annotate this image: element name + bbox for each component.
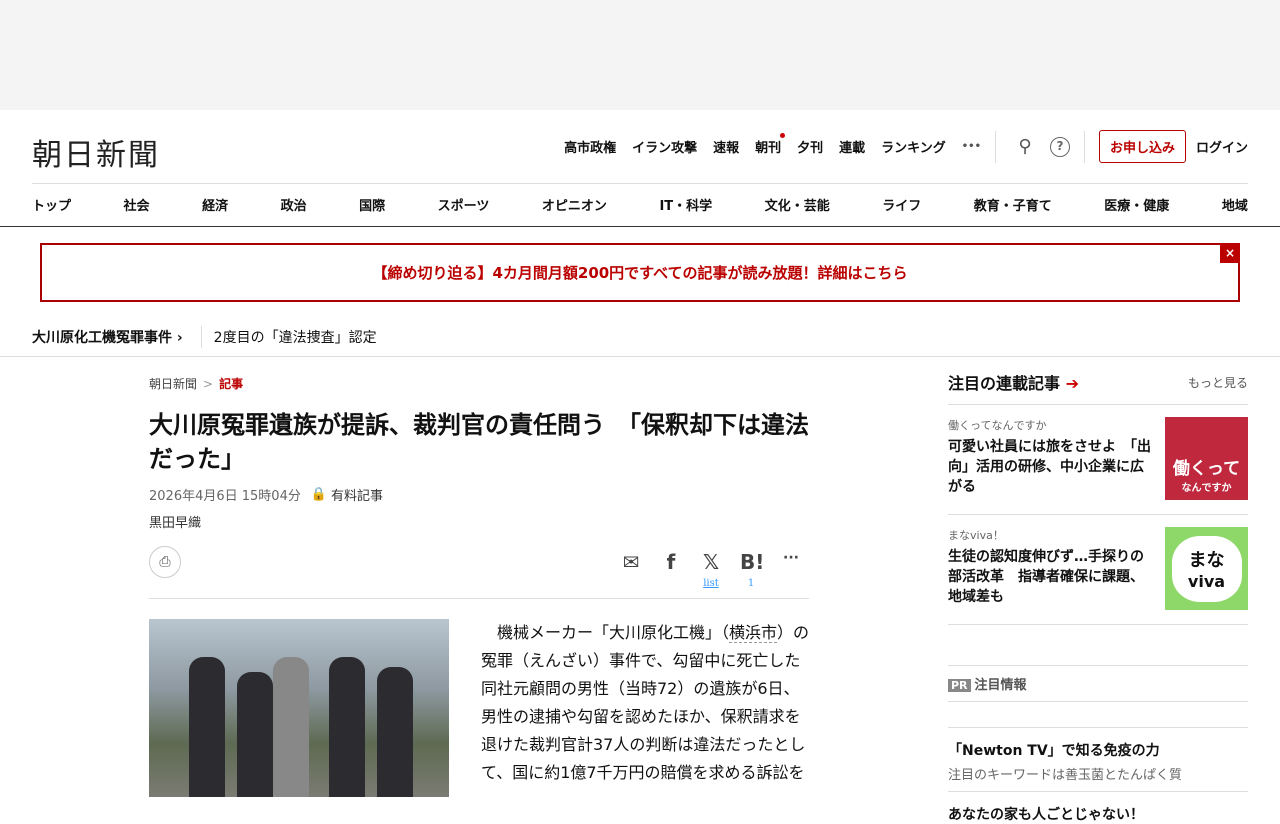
featured-series-header: 注目の連載記事 ➔ もっと見る bbox=[948, 370, 1248, 405]
print-icon: ⎙ bbox=[159, 554, 171, 570]
new-dot bbox=[780, 133, 786, 138]
cat-life[interactable]: ライフ bbox=[882, 195, 921, 214]
lock-icon: 🔒 bbox=[310, 487, 328, 502]
thumb-text: viva bbox=[1187, 572, 1226, 591]
breadcrumb-separator: > bbox=[203, 377, 214, 391]
topic-link[interactable]: 大川原化工機冤罪事件 › bbox=[32, 327, 183, 347]
series-headline: 可愛い社員には旅をさせよ 「出向」活用の研修、中小企業に広がる bbox=[948, 439, 1151, 495]
thumb-text: まな bbox=[1188, 550, 1225, 571]
top-nav: 高市政権 イラン攻撃 速報 朝刊 夕刊 連載 ランキング ••• ⚲ ? お申し… bbox=[548, 130, 1248, 163]
promo-banner[interactable]: 【締め切り迫る】4カ月間月額200円ですべての記事が読み放題！詳細はこちら × bbox=[40, 243, 1240, 302]
topic-sub-link[interactable]: 2度目の「違法捜査」認定 bbox=[214, 327, 377, 347]
series-thumbnail: まな viva bbox=[1165, 527, 1248, 610]
divider bbox=[32, 183, 1248, 184]
cat-region[interactable]: 地域 bbox=[1222, 195, 1248, 214]
nav-morning-label: 朝刊 bbox=[755, 141, 782, 156]
article-photo[interactable] bbox=[149, 619, 449, 797]
nav-breaking[interactable]: 速報 bbox=[713, 137, 739, 156]
article-title: 大川原冤罪遺族が提訴、裁判官の責任問う 「保釈却下は違法だった」 bbox=[149, 411, 809, 473]
cat-health[interactable]: 医療・健康 bbox=[1104, 195, 1169, 214]
body-text: 機械メーカー「大川原化工機」（ bbox=[497, 623, 730, 642]
nav-morning[interactable]: 朝刊 bbox=[755, 133, 786, 156]
series-name: まなviva！ bbox=[948, 529, 1004, 542]
author[interactable]: 黒田早織 bbox=[149, 512, 201, 531]
thumb-text: 働くって bbox=[1172, 458, 1241, 479]
cat-culture[interactable]: 文化・芸能 bbox=[765, 195, 830, 214]
hatena-bookmark-button[interactable]: B! 1 bbox=[740, 550, 764, 589]
site-logo[interactable]: 朝日新聞 bbox=[32, 130, 160, 174]
cat-sports[interactable]: スポーツ bbox=[438, 195, 490, 214]
sidebar: 注目の連載記事 ➔ もっと見る 働くってなんですか 可愛い社員には旅をさせよ 「出… bbox=[948, 370, 1248, 824]
body-text: ）の冤罪（えんざい）事件で、勾留中に死亡した同社元顧問の男性（当時72）の遺族が… bbox=[481, 623, 810, 782]
more-menu-button[interactable]: ••• bbox=[962, 141, 981, 152]
series-thumbnail: 働くって なんですか bbox=[1165, 417, 1248, 500]
facebook-share-button[interactable]: f bbox=[660, 550, 682, 574]
breadcrumb-home[interactable]: 朝日新聞 bbox=[149, 377, 197, 391]
series-item[interactable]: まなviva！ 生徒の認知度伸びず…手探りの部活改革 指導者確保に課題、地域差も … bbox=[948, 515, 1248, 625]
topic-bar: 大川原化工機冤罪事件 › 2度目の「違法捜査」認定 bbox=[32, 326, 377, 348]
nav-series[interactable]: 連載 bbox=[839, 137, 865, 156]
series-headline: 生徒の認知度伸びず…手探りの部活改革 指導者確保に課題、地域差も bbox=[948, 549, 1144, 605]
series-item[interactable]: 働くってなんですか 可愛い社員には旅をさせよ 「出向」活用の研修、中小企業に広がる… bbox=[948, 405, 1248, 515]
pr-item[interactable]: あなたの家も人ごとじゃない！ bbox=[948, 804, 1248, 824]
thumb-text: なんですか bbox=[1181, 482, 1232, 494]
divider bbox=[994, 130, 996, 163]
nav-ranking[interactable]: ランキング bbox=[881, 137, 946, 156]
cat-economy[interactable]: 経済 bbox=[202, 195, 228, 214]
x-share-button[interactable]: 𝕏list bbox=[700, 550, 722, 589]
featured-series-title: 注目の連載記事 bbox=[948, 374, 1061, 393]
pr-headline: 「Newton TV」で知る免疫の力 bbox=[948, 743, 1160, 759]
category-nav: トップ 社会 経済 政治 国際 スポーツ オピニオン IT・科学 文化・芸能 ラ… bbox=[32, 195, 1248, 214]
divider bbox=[149, 598, 809, 599]
cat-opinion[interactable]: オピニオン bbox=[542, 195, 607, 214]
cat-it-science[interactable]: IT・科学 bbox=[659, 195, 712, 214]
divider bbox=[0, 356, 1280, 357]
cat-top[interactable]: トップ bbox=[32, 195, 71, 214]
breadcrumb-current[interactable]: 記事 bbox=[219, 377, 243, 391]
x-share-count[interactable]: list bbox=[700, 578, 722, 589]
print-button[interactable]: ⎙ bbox=[149, 546, 181, 578]
cat-politics[interactable]: 政治 bbox=[281, 195, 307, 214]
pr-sub: 注目のキーワードは善玉菌とたんぱく質 bbox=[948, 768, 1183, 783]
divider bbox=[1083, 130, 1085, 163]
help-icon[interactable]: ? bbox=[1049, 136, 1070, 157]
arrow-right-icon: ➔ bbox=[1065, 374, 1079, 393]
pr-badge: PR bbox=[948, 679, 971, 692]
nav-takaichi[interactable]: 高市政権 bbox=[564, 137, 616, 156]
cat-international[interactable]: 国際 bbox=[359, 195, 385, 214]
cat-education[interactable]: 教育・子育て bbox=[974, 195, 1052, 214]
more-share-button[interactable]: ··· bbox=[780, 550, 802, 574]
breadcrumb: 朝日新聞 > 記事 bbox=[149, 375, 243, 392]
chevron-right-icon: › bbox=[176, 330, 183, 346]
see-more-link[interactable]: もっと見る bbox=[1188, 374, 1248, 391]
mail-share-button[interactable]: ✉ bbox=[620, 550, 642, 574]
topic-name: 大川原化工機冤罪事件 bbox=[32, 330, 172, 346]
pr-header: PR 注目情報 bbox=[948, 665, 1248, 702]
cat-society[interactable]: 社会 bbox=[124, 195, 150, 214]
series-name: 働くってなんですか bbox=[948, 419, 1047, 432]
pr-title: 注目情報 bbox=[974, 678, 1027, 693]
login-link[interactable]: ログイン bbox=[1196, 137, 1248, 156]
nav-iran[interactable]: イラン攻撃 bbox=[632, 137, 697, 156]
paid-label: 有料記事 bbox=[331, 489, 384, 504]
close-icon[interactable]: × bbox=[1220, 243, 1240, 263]
ad-space bbox=[0, 0, 1280, 110]
divider bbox=[0, 226, 1280, 227]
divider bbox=[200, 326, 202, 348]
yokohama-link[interactable]: 横浜市 bbox=[729, 623, 778, 643]
promo-text: 【締め切り迫る】4カ月間月額200円ですべての記事が読み放題！詳細はこちら bbox=[372, 264, 908, 282]
featured-series-link[interactable]: 注目の連載記事 ➔ bbox=[948, 370, 1079, 394]
pr-item[interactable]: 「Newton TV」で知る免疫の力注目のキーワードは善玉菌とたんぱく質 bbox=[948, 727, 1248, 792]
nav-evening[interactable]: 夕刊 bbox=[797, 137, 823, 156]
article-meta: 2026年4月6日 15時04分 🔒 有料記事 bbox=[149, 485, 383, 504]
subscribe-button[interactable]: お申し込み bbox=[1098, 130, 1186, 163]
article-body: 機械メーカー「大川原化工機」（横浜市）の冤罪（えんざい）事件で、勾留中に死亡した… bbox=[481, 619, 811, 787]
search-icon[interactable]: ⚲ bbox=[1014, 136, 1036, 157]
hatena-count: 1 bbox=[747, 578, 755, 589]
share-bar: ✉ f 𝕏list B! 1 ··· bbox=[620, 550, 802, 589]
publish-date: 2026年4月6日 15時04分 bbox=[149, 489, 301, 504]
